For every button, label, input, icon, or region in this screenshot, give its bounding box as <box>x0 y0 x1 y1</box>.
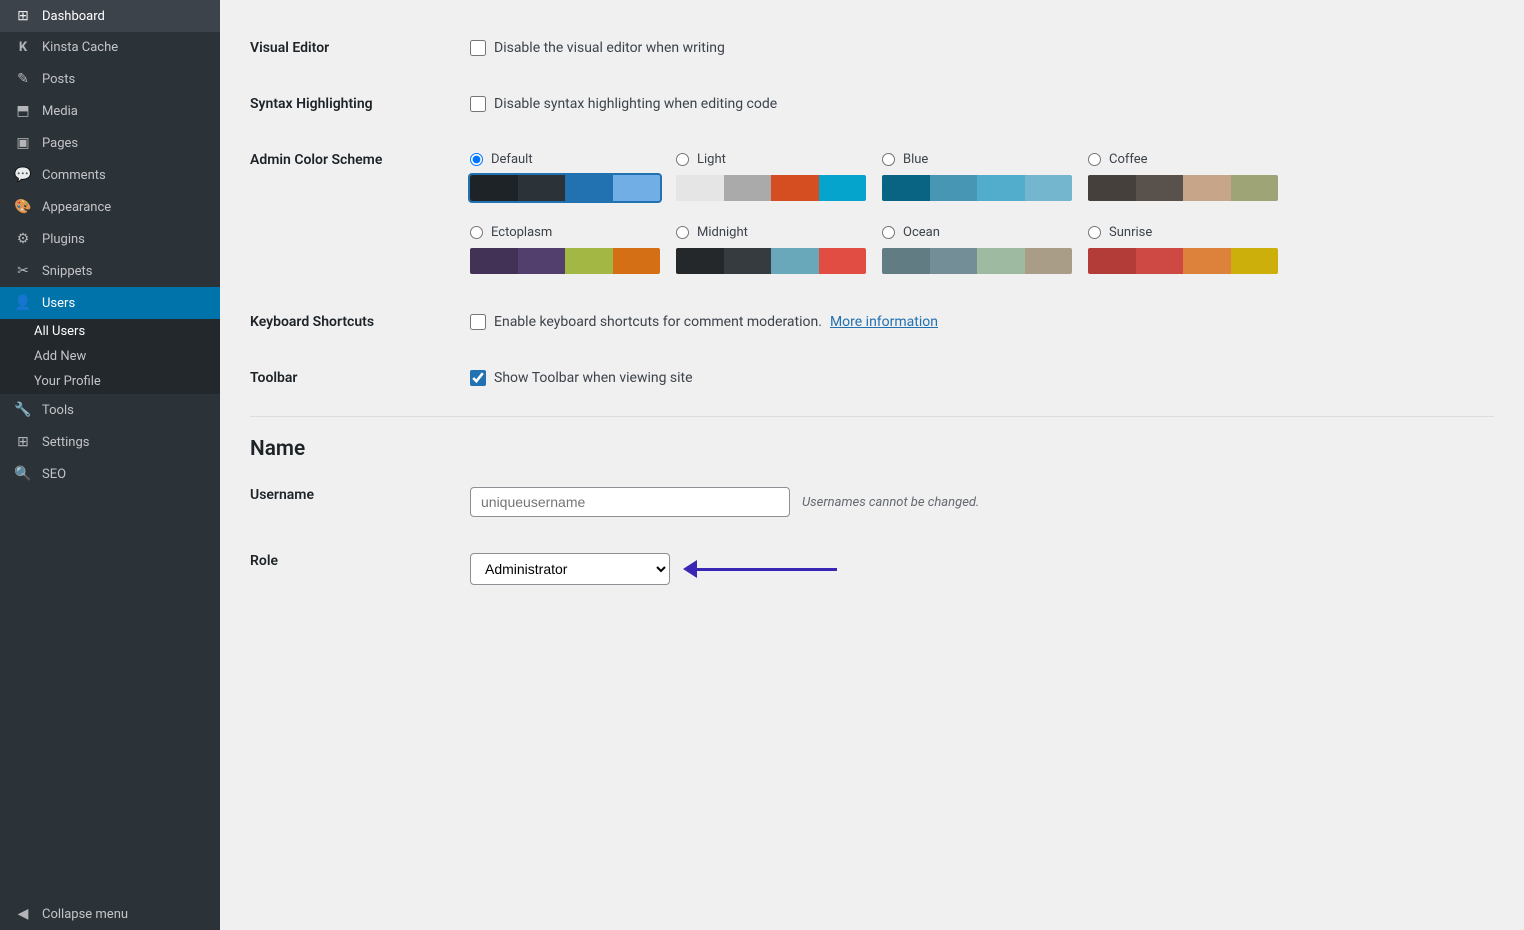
name-section-heading: Name <box>250 416 1494 471</box>
color-scheme-label: Admin Color Scheme <box>250 152 382 168</box>
scheme-default-radio[interactable] <box>470 153 483 166</box>
visual-editor-checkbox-label[interactable]: Disable the visual editor when writing <box>470 40 1494 56</box>
profile-form-table: Visual Editor Disable the visual editor … <box>250 20 1494 406</box>
keyboard-shortcuts-checkbox-label[interactable]: Enable keyboard shortcuts for comment mo… <box>470 314 1494 330</box>
scheme-midnight-swatches <box>676 248 866 274</box>
sidebar-item-pages[interactable]: ▣ Pages <box>0 127 220 159</box>
syntax-highlighting-checkbox[interactable] <box>470 96 486 112</box>
color-scheme-grid: Default <box>470 152 1494 274</box>
scheme-sunrise[interactable]: Sunrise <box>1088 225 1278 274</box>
color-scheme-row: Admin Color Scheme Default <box>250 132 1494 294</box>
snippets-icon: ✂ <box>14 263 32 279</box>
sidebar-item-collapse[interactable]: ◀ Collapse menu <box>0 898 220 930</box>
scheme-blue-radio[interactable] <box>882 153 895 166</box>
sidebar-item-kinsta-cache[interactable]: K Kinsta Cache <box>0 32 220 63</box>
submenu-all-users[interactable]: All Users <box>0 319 220 344</box>
submenu-add-new[interactable]: Add New <box>0 344 220 369</box>
sidebar-item-plugins[interactable]: ⚙ Plugins <box>0 223 220 255</box>
visual-editor-row: Visual Editor Disable the visual editor … <box>250 20 1494 76</box>
syntax-highlighting-row: Syntax Highlighting Disable syntax highl… <box>250 76 1494 132</box>
plugins-icon: ⚙ <box>14 231 32 247</box>
toolbar-label: Toolbar <box>250 370 297 386</box>
scheme-sunrise-swatches <box>1088 248 1278 274</box>
sidebar-item-appearance[interactable]: 🎨 Appearance <box>0 191 220 223</box>
keyboard-shortcuts-row: Keyboard Shortcuts Enable keyboard short… <box>250 294 1494 350</box>
users-icon: 👤 <box>14 295 32 311</box>
scheme-light[interactable]: Light <box>676 152 866 201</box>
arrow-annotation <box>684 560 837 578</box>
syntax-highlighting-checkbox-label[interactable]: Disable syntax highlighting when editing… <box>470 96 1494 112</box>
keyboard-shortcuts-more-info[interactable]: More information <box>830 314 938 330</box>
scheme-midnight[interactable]: Midnight <box>676 225 866 274</box>
role-select[interactable]: Administrator Editor Author Contributor … <box>470 553 670 585</box>
role-label: Role <box>250 553 278 569</box>
sidebar-item-posts[interactable]: ✎ Posts <box>0 63 220 95</box>
scheme-ocean[interactable]: Ocean <box>882 225 1072 274</box>
appearance-icon: 🎨 <box>14 199 32 215</box>
scheme-blue-swatches <box>882 175 1072 201</box>
pages-icon: ▣ <box>14 135 32 151</box>
username-input[interactable] <box>470 487 790 517</box>
name-form-table: Username Usernames cannot be changed. Ro… <box>250 471 1494 605</box>
scheme-coffee[interactable]: Coffee <box>1088 152 1278 201</box>
seo-icon: 🔍 <box>14 466 32 482</box>
scheme-midnight-radio[interactable] <box>676 226 689 239</box>
sidebar-item-users[interactable]: 👤 Users <box>0 287 220 319</box>
sidebar: ⊞ Dashboard K Kinsta Cache ✎ Posts ⬒ Med… <box>0 0 220 930</box>
scheme-light-radio[interactable] <box>676 153 689 166</box>
scheme-default[interactable]: Default <box>470 152 660 201</box>
sidebar-item-comments[interactable]: 💬 Comments <box>0 159 220 191</box>
scheme-coffee-swatches <box>1088 175 1278 201</box>
keyboard-shortcuts-checkbox[interactable] <box>470 314 486 330</box>
sidebar-item-dashboard[interactable]: ⊞ Dashboard <box>0 0 220 32</box>
keyboard-shortcuts-label: Keyboard Shortcuts <box>250 314 374 330</box>
media-icon: ⬒ <box>14 103 32 119</box>
scheme-default-swatches <box>470 175 660 201</box>
posts-icon: ✎ <box>14 71 32 87</box>
sidebar-item-seo[interactable]: 🔍 SEO <box>0 458 220 490</box>
visual-editor-checkbox[interactable] <box>470 40 486 56</box>
visual-editor-label: Visual Editor <box>250 40 329 56</box>
tools-icon: 🔧 <box>14 402 32 418</box>
scheme-ectoplasm[interactable]: Ectoplasm <box>470 225 660 274</box>
sidebar-item-media[interactable]: ⬒ Media <box>0 95 220 127</box>
sidebar-item-settings[interactable]: ⊞ Settings <box>0 426 220 458</box>
scheme-ocean-swatches <box>882 248 1072 274</box>
arrow-line <box>697 568 837 571</box>
username-row: Username Usernames cannot be changed. <box>250 471 1494 537</box>
settings-icon: ⊞ <box>14 434 32 450</box>
comments-icon: 💬 <box>14 167 32 183</box>
scheme-ocean-radio[interactable] <box>882 226 895 239</box>
toolbar-checkbox[interactable] <box>470 370 486 386</box>
kinsta-icon: K <box>14 40 32 55</box>
syntax-highlighting-label: Syntax Highlighting <box>250 96 373 112</box>
sidebar-item-tools[interactable]: 🔧 Tools <box>0 394 220 426</box>
scheme-light-swatches <box>676 175 866 201</box>
username-note: Usernames cannot be changed. <box>802 495 979 510</box>
collapse-icon: ◀ <box>14 906 32 922</box>
username-label: Username <box>250 487 314 503</box>
users-submenu: All Users Add New Your Profile <box>0 319 220 394</box>
submenu-your-profile[interactable]: Your Profile <box>0 369 220 394</box>
toolbar-checkbox-label[interactable]: Show Toolbar when viewing site <box>470 370 1494 386</box>
main-content: Visual Editor Disable the visual editor … <box>220 0 1524 930</box>
scheme-ectoplasm-swatches <box>470 248 660 274</box>
role-row: Role Administrator Editor Author Contrib… <box>250 537 1494 605</box>
sidebar-item-snippets[interactable]: ✂ Snippets <box>0 255 220 287</box>
toolbar-row: Toolbar Show Toolbar when viewing site <box>250 350 1494 406</box>
scheme-coffee-radio[interactable] <box>1088 153 1101 166</box>
arrow-head-icon <box>683 560 697 578</box>
scheme-sunrise-radio[interactable] <box>1088 226 1101 239</box>
scheme-ectoplasm-radio[interactable] <box>470 226 483 239</box>
dashboard-icon: ⊞ <box>14 8 32 24</box>
scheme-blue[interactable]: Blue <box>882 152 1072 201</box>
